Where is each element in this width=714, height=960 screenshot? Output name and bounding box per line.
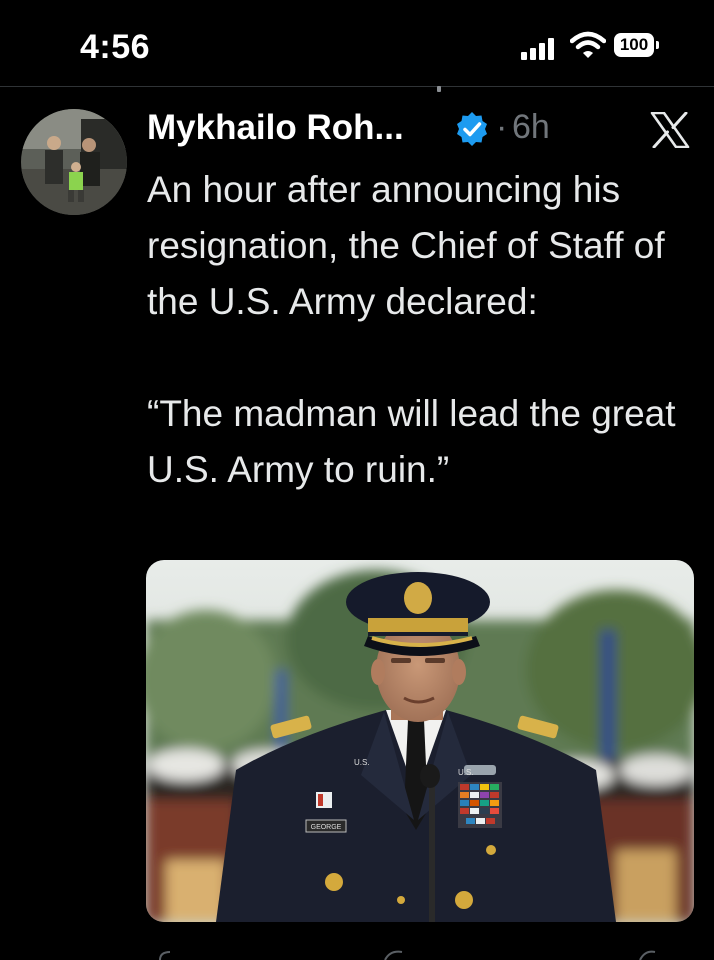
- wifi-icon: [570, 31, 606, 58]
- status-bar: 4:56 100: [0, 0, 714, 88]
- cellular-signal-icon: [521, 36, 561, 60]
- x-logo-icon: [650, 112, 690, 148]
- post-timestamp[interactable]: 6h: [512, 108, 550, 147]
- collar-insignia-left: U.S.: [354, 758, 370, 767]
- nameplate-text: GEORGE: [311, 824, 342, 831]
- refresh-indicator: [437, 86, 441, 92]
- separator-dot: ·: [496, 108, 508, 146]
- tweet-quote: “The madman will lead the great U.S. Arm…: [147, 393, 676, 490]
- action-bar-partial: [159, 950, 656, 960]
- author-name[interactable]: Mykhailo Roh...: [147, 108, 404, 148]
- battery-level: 100: [614, 33, 654, 57]
- header-divider: [0, 86, 714, 87]
- tweet-image[interactable]: GEORGE U.S. U.S.: [146, 560, 694, 922]
- tweet-paragraph: An hour after announcing his resignation…: [147, 169, 665, 322]
- avatar[interactable]: [21, 109, 127, 215]
- battery-icon: 100: [614, 33, 659, 59]
- collar-insignia-right: U.S.: [458, 768, 474, 777]
- verified-badge-icon: [457, 112, 487, 146]
- status-time: 4:56: [80, 28, 151, 66]
- tweet-text: An hour after announcing his resignation…: [147, 162, 702, 498]
